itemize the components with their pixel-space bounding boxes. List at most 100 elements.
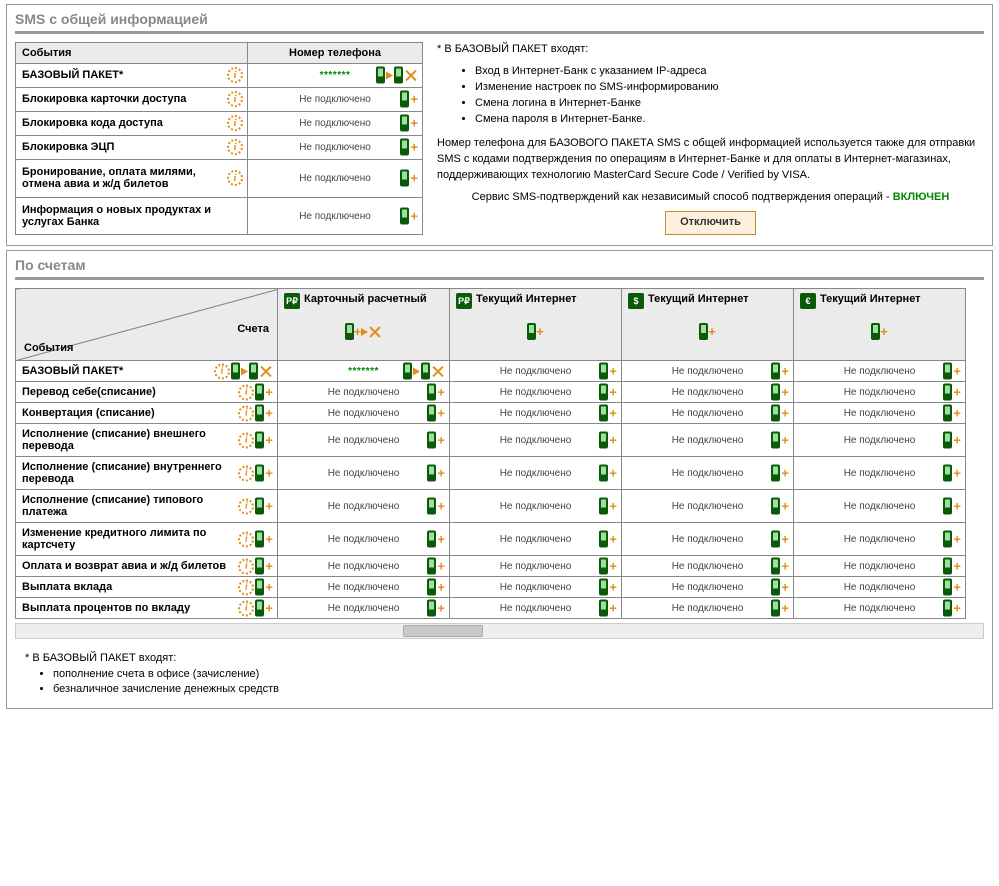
add-icon[interactable]: +: [437, 580, 445, 595]
add-icon[interactable]: +: [953, 601, 961, 616]
event-label: БАЗОВЫЙ ПАКЕТ*: [22, 365, 123, 377]
remove-icon[interactable]: [368, 325, 382, 339]
add-icon[interactable]: +: [437, 433, 445, 448]
remove-icon[interactable]: [404, 68, 418, 82]
add-icon[interactable]: +: [265, 385, 273, 400]
info-icon[interactable]: i: [238, 465, 254, 481]
event-label: Исполнение (списание) внутреннего перево…: [22, 461, 222, 485]
add-icon[interactable]: +: [953, 580, 961, 595]
add-icon[interactable]: +: [265, 499, 273, 514]
add-icon[interactable]: +: [609, 385, 617, 400]
add-icon[interactable]: +: [265, 466, 273, 481]
table-row: Исполнение (списание) внутреннего перево…: [16, 457, 966, 490]
account-cell: Не подключено+: [450, 403, 622, 424]
add-icon[interactable]: +: [953, 433, 961, 448]
add-icon[interactable]: +: [410, 116, 418, 131]
info-icon[interactable]: i: [238, 531, 254, 547]
table-row: Перевод себе(списание)i +Не подключено+Н…: [16, 382, 966, 403]
add-icon[interactable]: +: [609, 466, 617, 481]
add-icon[interactable]: +: [437, 499, 445, 514]
info-icon[interactable]: i: [214, 363, 230, 379]
accounts-scroll[interactable]: Счета События P₽ Карточный расчетный+P₽ …: [15, 288, 984, 645]
phone-icon: [943, 363, 952, 380]
add-icon[interactable]: +: [781, 466, 789, 481]
add-icon[interactable]: +: [953, 364, 961, 379]
add-icon[interactable]: +: [953, 385, 961, 400]
add-icon[interactable]: +: [953, 532, 961, 547]
add-icon[interactable]: +: [437, 466, 445, 481]
add-icon[interactable]: +: [953, 466, 961, 481]
info-icon[interactable]: i: [238, 600, 254, 616]
info-icon[interactable]: i: [238, 405, 254, 421]
add-icon[interactable]: +: [265, 406, 273, 421]
info-icon[interactable]: i: [227, 91, 243, 107]
phone-icon: [943, 531, 952, 548]
info-icon[interactable]: i: [227, 115, 243, 131]
panel-title: По счетам: [15, 257, 984, 273]
col-events: События: [16, 43, 248, 64]
add-icon[interactable]: +: [781, 499, 789, 514]
info-icon[interactable]: i: [227, 67, 243, 83]
status-text: Не подключено: [328, 603, 400, 614]
add-icon[interactable]: +: [781, 385, 789, 400]
info-icon[interactable]: i: [238, 432, 254, 448]
add-icon[interactable]: +: [953, 406, 961, 421]
add-icon[interactable]: +: [265, 433, 273, 448]
add-icon[interactable]: +: [265, 532, 273, 547]
add-icon[interactable]: +: [609, 499, 617, 514]
add-icon[interactable]: +: [265, 559, 273, 574]
add-icon[interactable]: +: [536, 324, 544, 339]
add-icon[interactable]: +: [953, 499, 961, 514]
remove-icon[interactable]: [259, 364, 273, 378]
add-icon[interactable]: +: [437, 385, 445, 400]
add-icon[interactable]: +: [410, 209, 418, 224]
phone-icon: [771, 432, 780, 449]
add-icon[interactable]: +: [781, 364, 789, 379]
add-icon[interactable]: +: [437, 559, 445, 574]
phone-icon: [427, 558, 436, 575]
add-icon[interactable]: +: [265, 580, 273, 595]
add-icon[interactable]: +: [609, 559, 617, 574]
add-icon[interactable]: +: [609, 601, 617, 616]
add-icon[interactable]: +: [410, 92, 418, 107]
add-icon[interactable]: +: [781, 406, 789, 421]
add-icon[interactable]: +: [265, 601, 273, 616]
list-item: Смена пароля в Интернет-Банке.: [475, 112, 984, 128]
phone-icon: [943, 558, 952, 575]
add-icon[interactable]: +: [953, 559, 961, 574]
event-label: Перевод себе(списание): [22, 386, 156, 398]
add-icon[interactable]: +: [880, 324, 888, 339]
add-icon[interactable]: +: [609, 406, 617, 421]
add-icon[interactable]: +: [609, 364, 617, 379]
add-icon[interactable]: +: [609, 532, 617, 547]
info-icon[interactable]: i: [238, 579, 254, 595]
phone-icon: [771, 531, 780, 548]
add-icon[interactable]: +: [437, 532, 445, 547]
add-icon[interactable]: +: [437, 406, 445, 421]
add-icon[interactable]: +: [410, 171, 418, 186]
info-icon[interactable]: i: [227, 139, 243, 155]
add-icon[interactable]: +: [354, 324, 362, 339]
info-icon[interactable]: i: [227, 170, 243, 186]
add-icon[interactable]: +: [781, 532, 789, 547]
disable-button[interactable]: Отключить: [665, 211, 756, 235]
phone-icon: [771, 405, 780, 422]
remove-icon[interactable]: [431, 364, 445, 378]
account-header: € Текущий Интернет+: [794, 289, 966, 361]
list-item: Смена логина в Интернет-Банке: [475, 96, 984, 112]
add-icon[interactable]: +: [609, 433, 617, 448]
add-icon[interactable]: +: [708, 324, 716, 339]
add-icon[interactable]: +: [410, 140, 418, 155]
info-icon[interactable]: i: [238, 384, 254, 400]
add-icon[interactable]: +: [781, 433, 789, 448]
add-icon[interactable]: +: [609, 580, 617, 595]
add-icon[interactable]: +: [781, 580, 789, 595]
service-status-line: Сервис SMS-подтверждений как независимый…: [437, 190, 984, 206]
horizontal-scrollbar[interactable]: [15, 623, 984, 639]
info-icon[interactable]: i: [238, 498, 254, 514]
add-icon[interactable]: +: [781, 559, 789, 574]
add-icon[interactable]: +: [437, 601, 445, 616]
add-icon[interactable]: +: [781, 601, 789, 616]
info-icon[interactable]: i: [238, 558, 254, 574]
account-name: Текущий Интернет: [820, 293, 921, 305]
